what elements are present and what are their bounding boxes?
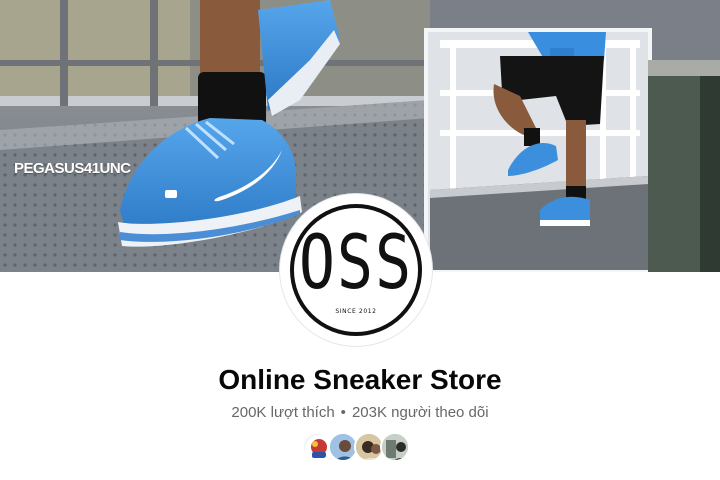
page-header: PEGASUS41UNC OSS SINCE 2012 Online Sneak…: [0, 0, 720, 480]
profile-avatar[interactable]: OSS SINCE 2012: [280, 194, 432, 346]
page-title: Online Sneaker Store: [218, 364, 502, 395]
followers-count[interactable]: 203K người theo dõi: [352, 404, 489, 421]
page-stats: 200K lượt thích • 203K người theo dõi: [0, 404, 720, 421]
follower-avatars: [302, 432, 410, 464]
stats-separator: •: [340, 404, 346, 421]
logo-since: SINCE 2012: [335, 308, 377, 315]
follower-avatar-4[interactable]: [380, 432, 410, 462]
cover-overlay-text: PEGASUS41UNC: [14, 160, 131, 177]
logo-ring: OSS SINCE 2012: [290, 204, 422, 336]
logo-letters: OSS: [298, 219, 414, 307]
likes-count[interactable]: 200K lượt thích: [231, 404, 334, 421]
